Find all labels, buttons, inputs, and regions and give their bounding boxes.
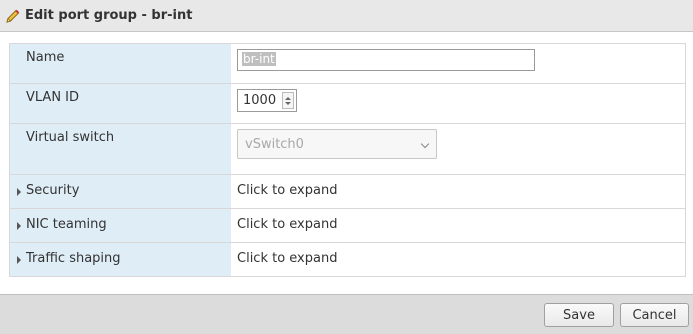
nic-teaming-label-cell[interactable]: NIC teaming xyxy=(10,209,231,242)
virtual-switch-value: vSwitch0 xyxy=(245,136,304,152)
security-row[interactable]: Security Click to expand xyxy=(10,175,685,209)
name-label: Name xyxy=(26,50,65,65)
nic-teaming-row[interactable]: NIC teaming Click to expand xyxy=(10,209,685,243)
traffic-shaping-row[interactable]: Traffic shaping Click to expand xyxy=(10,243,685,276)
security-label: Security xyxy=(26,183,80,198)
expand-arrow-icon[interactable] xyxy=(17,188,21,196)
edit-port-group-dialog: Edit port group - br-int Name br-int VLA… xyxy=(0,0,693,334)
name-value-cell: br-int xyxy=(231,44,685,83)
dialog-titlebar: Edit port group - br-int xyxy=(0,0,693,32)
spin-up-icon[interactable] xyxy=(285,96,291,100)
traffic-shaping-label: Traffic shaping xyxy=(26,251,121,266)
name-input-value: br-int xyxy=(242,52,276,66)
vswitch-value-cell: vSwitch0 xyxy=(231,124,685,174)
virtual-switch-select[interactable]: vSwitch0 xyxy=(237,129,437,159)
vswitch-label: Virtual switch xyxy=(26,130,115,145)
spin-buttons[interactable] xyxy=(282,92,294,109)
nic-teaming-label: NIC teaming xyxy=(26,217,107,232)
dialog-title: Edit port group - br-int xyxy=(25,8,193,23)
pencil-icon xyxy=(5,8,21,24)
traffic-shaping-expand-text[interactable]: Click to expand xyxy=(237,251,337,266)
security-value-cell[interactable]: Click to expand xyxy=(231,175,685,208)
chevron-down-icon xyxy=(420,139,430,149)
expand-arrow-icon[interactable] xyxy=(17,222,21,230)
vlan-label: VLAN ID xyxy=(26,90,80,105)
virtual-switch-row: Virtual switch vSwitch0 xyxy=(10,124,685,175)
vlan-id-value: 1000 xyxy=(243,93,277,108)
traffic-shaping-label-cell[interactable]: Traffic shaping xyxy=(10,243,231,276)
cancel-button[interactable]: Cancel xyxy=(620,303,689,327)
vlan-label-cell: VLAN ID xyxy=(10,84,231,123)
security-label-cell[interactable]: Security xyxy=(10,175,231,208)
port-group-form: Name br-int VLAN ID 1000 Virtual switch … xyxy=(9,43,686,277)
nic-teaming-expand-text[interactable]: Click to expand xyxy=(237,217,337,232)
name-label-cell: Name xyxy=(10,44,231,83)
traffic-shaping-value-cell[interactable]: Click to expand xyxy=(231,243,685,276)
nic-teaming-value-cell[interactable]: Click to expand xyxy=(231,209,685,242)
vlan-id-stepper[interactable]: 1000 xyxy=(237,89,297,112)
vlan-value-cell: 1000 xyxy=(231,84,685,123)
name-row: Name br-int xyxy=(10,44,685,84)
dialog-footer: Save Cancel xyxy=(0,294,693,334)
spin-down-icon[interactable] xyxy=(285,101,291,105)
name-input[interactable]: br-int xyxy=(237,49,535,71)
vswitch-label-cell: Virtual switch xyxy=(10,124,231,174)
expand-arrow-icon[interactable] xyxy=(17,256,21,264)
security-expand-text[interactable]: Click to expand xyxy=(237,183,337,198)
vlan-row: VLAN ID 1000 xyxy=(10,84,685,124)
save-button[interactable]: Save xyxy=(544,303,614,327)
